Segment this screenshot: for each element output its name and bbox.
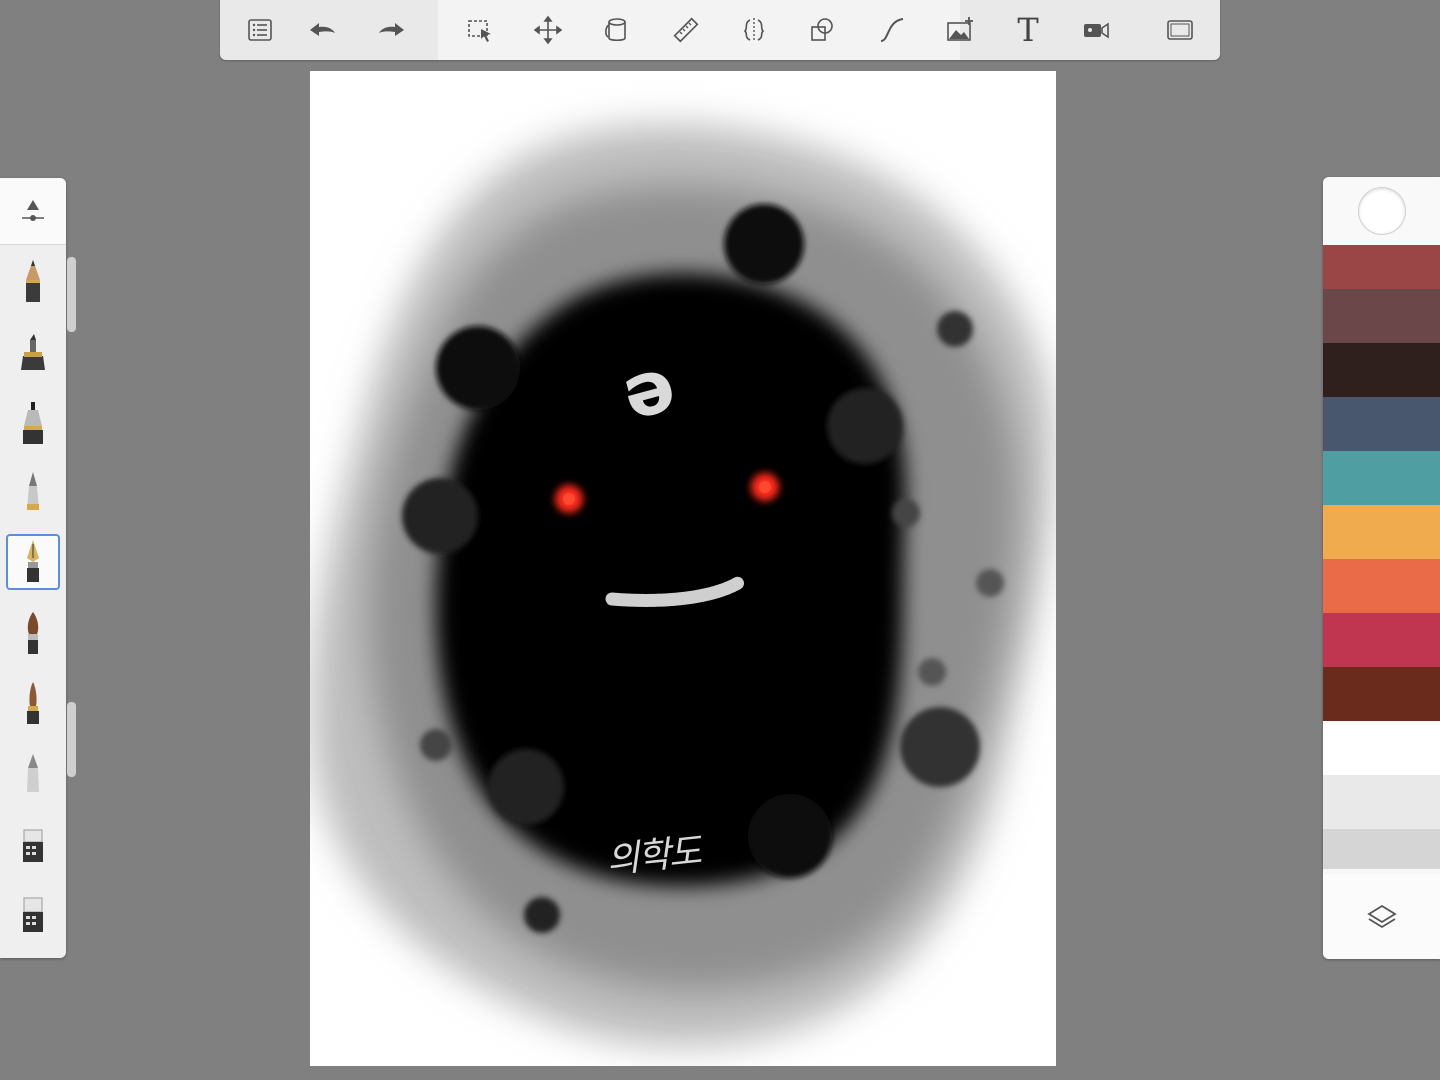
color-swatch-4[interactable]: [1323, 397, 1440, 451]
symmetry-icon: [743, 18, 765, 42]
current-color-button[interactable]: [1323, 177, 1440, 245]
color-swatch-10[interactable]: [1323, 721, 1440, 775]
airbrush-icon: [27, 754, 39, 792]
curve-button[interactable]: [870, 8, 914, 52]
symmetry-button[interactable]: [732, 8, 776, 52]
transform-icon: [533, 15, 563, 45]
fullscreen-icon: [1167, 20, 1193, 40]
paint-bucket-button[interactable]: [594, 8, 638, 52]
soft-eraser-icon: [23, 829, 43, 862]
redo-button[interactable]: [370, 8, 414, 52]
ink-pen-brush[interactable]: [6, 396, 60, 452]
color-swatch-9[interactable]: [1323, 667, 1440, 721]
redo-icon: [379, 23, 404, 36]
brush-opacity-slider[interactable]: [67, 702, 76, 777]
image-add-button[interactable]: [938, 8, 982, 52]
color-swatch-1[interactable]: [1323, 245, 1440, 289]
paint-bucket-icon: [605, 18, 626, 42]
fountain-pen-brush[interactable]: [6, 534, 60, 590]
fine-brush-icon: [27, 682, 39, 724]
artwork: ə: [311, 124, 1053, 1047]
curve-icon: [880, 18, 904, 42]
shapes-button[interactable]: [800, 8, 844, 52]
selection-icon: [468, 20, 491, 42]
ruler-button[interactable]: [664, 8, 708, 52]
artist-signature: 의학도: [604, 831, 702, 882]
paint-brush-icon: [27, 612, 39, 654]
color-swatch-12[interactable]: [1323, 829, 1440, 869]
top-toolbar: T: [220, 0, 1220, 60]
airbrush-brush[interactable]: [6, 746, 60, 802]
paint-brush[interactable]: [6, 606, 60, 662]
layers-icon: [1366, 904, 1397, 928]
list-icon: [248, 19, 272, 41]
undo-button[interactable]: [300, 8, 344, 52]
color-swatch-2[interactable]: [1323, 289, 1440, 343]
shapes-icon: [811, 18, 833, 41]
pencil-icon: [26, 260, 40, 302]
image-add-icon: [947, 17, 973, 41]
record-video-button[interactable]: [1074, 8, 1118, 52]
text-button[interactable]: T: [1006, 8, 1050, 52]
list-button[interactable]: [238, 8, 282, 52]
drawing-canvas[interactable]: ə 의학도: [310, 71, 1056, 1066]
color-swatch-5[interactable]: [1323, 451, 1440, 505]
undo-icon: [310, 23, 335, 36]
fullscreen-button[interactable]: [1158, 8, 1202, 52]
fountain-pen-icon: [27, 540, 39, 582]
selection-button[interactable]: [458, 8, 502, 52]
current-color-puck: [1357, 187, 1406, 235]
marker-brush[interactable]: [6, 326, 60, 382]
color-swatch-7[interactable]: [1323, 559, 1440, 613]
pencil-brush[interactable]: [6, 254, 60, 310]
ruler-icon: [673, 17, 699, 43]
hard-eraser-icon: [23, 897, 43, 932]
color-panel: [1323, 177, 1440, 959]
brush-properties-button[interactable]: [0, 178, 66, 245]
ballpoint-icon: [27, 472, 39, 510]
brush-properties-icon: [22, 200, 44, 221]
fine-brush[interactable]: [6, 676, 60, 732]
transform-button[interactable]: [526, 8, 570, 52]
color-swatch-11[interactable]: [1323, 775, 1440, 829]
color-swatch-3[interactable]: [1323, 343, 1440, 397]
hard-eraser-brush[interactable]: [6, 886, 60, 942]
text-icon: T: [1017, 11, 1039, 49]
color-swatch-6[interactable]: [1323, 505, 1440, 559]
ink-pen-icon: [23, 402, 43, 444]
ballpoint-brush[interactable]: [6, 466, 60, 522]
soft-eraser-brush[interactable]: [6, 816, 60, 872]
color-swatch-8[interactable]: [1323, 613, 1440, 667]
sketch-app: T ə 의학도: [0, 0, 1440, 1080]
brush-panel: [0, 178, 66, 958]
marker-icon: [21, 334, 45, 370]
record-video-icon: [1084, 22, 1109, 39]
brush-size-slider[interactable]: [67, 257, 76, 332]
layers-button[interactable]: [1323, 874, 1440, 959]
